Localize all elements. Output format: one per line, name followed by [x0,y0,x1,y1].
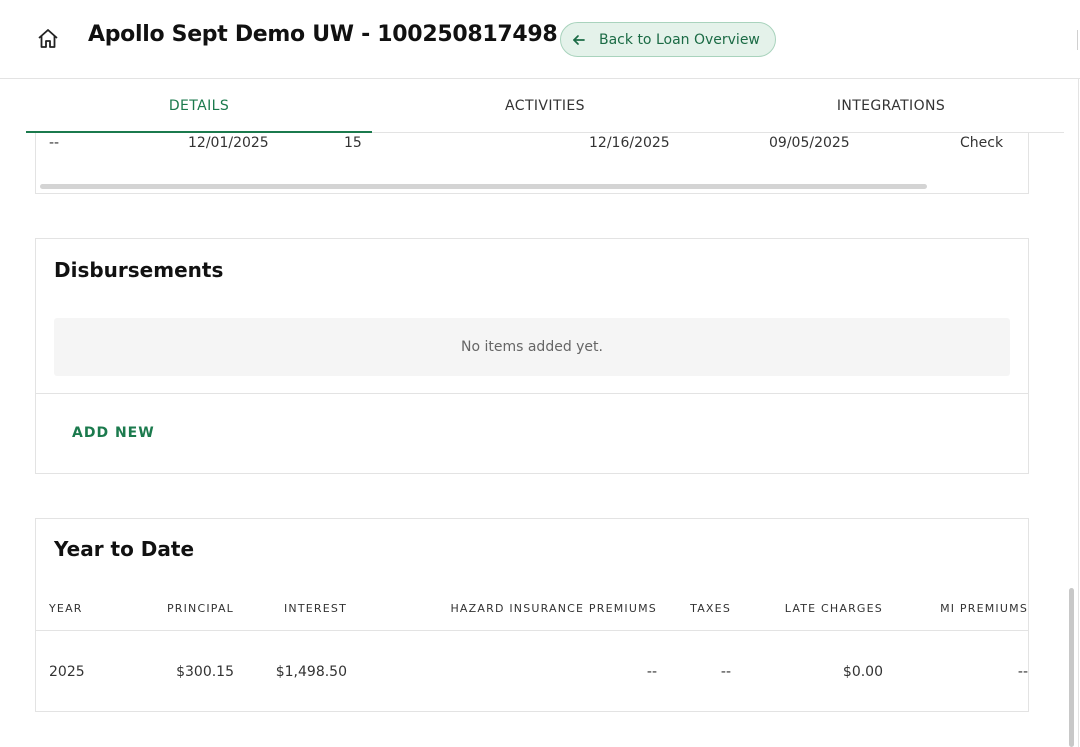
tab-details[interactable]: DETAILS [26,79,372,133]
empty-state: No items added yet. [54,318,1010,376]
column-header-taxes: TAXES [690,602,731,615]
table-cell: 2025 [49,664,85,680]
column-header-mi-premiums: MI PREMIUMS [940,602,1028,615]
table-cell: 15 [344,135,362,151]
disbursements-card: Disbursements No items added yet. ADD NE… [35,238,1029,474]
content-right-border [1078,79,1079,747]
column-header-principal: PRINCIPAL [166,602,234,615]
table-cell: 09/05/2025 [769,135,850,151]
empty-state-text: No items added yet. [460,339,603,355]
tab-bar: DETAILS ACTIVITIES INTEGRATIONS [26,79,1064,133]
divider [36,393,1028,394]
arrow-left-icon [571,32,587,48]
divider [36,630,1028,631]
table-cell: $0.00 [842,664,883,680]
home-icon[interactable] [36,27,60,51]
table-cell: Check [960,135,1004,151]
table-cell: $300.15 [176,664,234,680]
year-to-date-title: Year to Date [54,537,195,561]
page-scrollbar-thumb[interactable] [1069,588,1074,747]
table-cell: $1,498.50 [275,664,347,680]
column-header-late-charges: LATE CHARGES [784,602,883,615]
horizontal-scrollbar[interactable] [40,184,927,189]
tab-integrations[interactable]: INTEGRATIONS [718,79,1064,132]
tab-activities[interactable]: ACTIVITIES [372,79,718,132]
table-cell: -- [646,664,657,680]
table-cell: -- [1017,664,1028,680]
table-cell: -- [720,664,731,680]
page-header: Apollo Sept Demo UW - 100250817498 Back … [0,0,1080,79]
column-header-interest: INTEREST [283,602,347,615]
year-to-date-card: Year to Date YEAR PRINCIPAL INTEREST HAZ… [35,518,1029,712]
payment-table-card: -- 12/01/2025 15 12/16/2025 09/05/2025 C… [35,133,1029,194]
column-header-year: YEAR [49,602,83,615]
column-header-hazard-insurance: HAZARD INSURANCE PREMIUMS [450,602,657,615]
back-to-loan-overview-button[interactable]: Back to Loan Overview [560,22,776,57]
disbursements-title: Disbursements [54,258,224,282]
page-title: Apollo Sept Demo UW - 100250817498 [88,22,558,47]
table-cell: 12/16/2025 [589,135,670,151]
table-cell: 12/01/2025 [188,135,269,151]
back-button-label: Back to Loan Overview [599,31,760,48]
add-new-button[interactable]: ADD NEW [72,425,155,441]
table-cell: -- [49,135,60,151]
